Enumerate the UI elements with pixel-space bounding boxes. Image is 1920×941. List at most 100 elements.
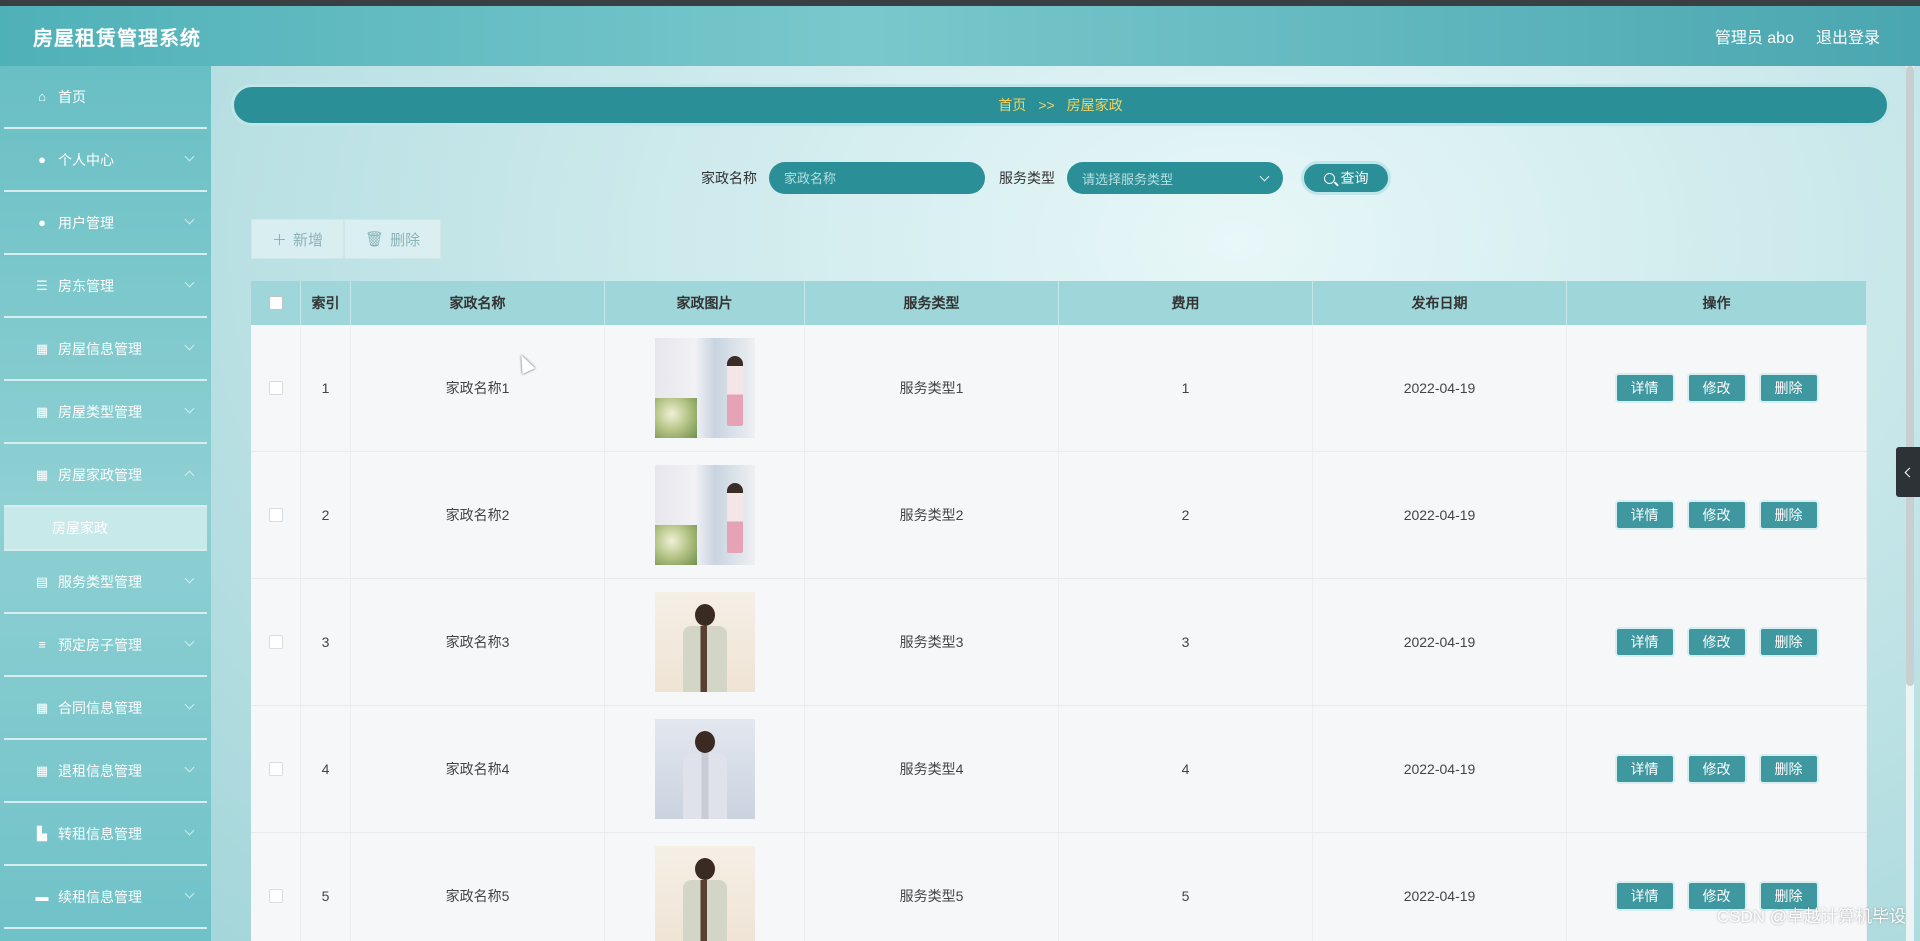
sidebar-item-checkout[interactable]: ▦ 退租信息管理 bbox=[4, 740, 207, 803]
row-select-cell bbox=[251, 579, 301, 705]
edit-button[interactable]: 修改 bbox=[1686, 627, 1747, 657]
table-row: 1 家政名称1 服务类型1 1 2022-04-19 详情 修改 删除 bbox=[251, 325, 1867, 452]
sidebar-item-booking[interactable]: ≡ 预定房子管理 bbox=[4, 614, 207, 677]
admin-label[interactable]: 管理员 abo bbox=[1715, 24, 1794, 48]
home-icon: ⌂ bbox=[38, 89, 46, 104]
row-checkbox[interactable] bbox=[268, 889, 283, 903]
select-all-checkbox[interactable] bbox=[268, 296, 283, 310]
fee-cell: 4 bbox=[1059, 706, 1313, 832]
table-row: 5 家政名称5 服务类型5 5 2022-04-19 详情 修改 删除 bbox=[251, 833, 1867, 941]
chevron-down-icon bbox=[184, 277, 195, 288]
detail-button[interactable]: 详情 bbox=[1614, 373, 1675, 403]
row-checkbox[interactable] bbox=[268, 508, 283, 522]
sidebar-item-label: 房屋类型管理 bbox=[58, 403, 142, 420]
delete-button[interactable]: 删除 bbox=[1758, 627, 1819, 657]
breadcrumb-home[interactable]: 首页 bbox=[998, 95, 1026, 115]
chevron-down-icon bbox=[184, 825, 195, 836]
name-search-input[interactable] bbox=[769, 162, 985, 194]
sidebar-item-label: 房东管理 bbox=[58, 277, 114, 294]
housekeeping-image[interactable] bbox=[654, 719, 755, 819]
breadcrumb-separator: >> bbox=[1038, 97, 1055, 113]
user-icon: ● bbox=[38, 152, 46, 167]
home-chart-icon: ▙ bbox=[37, 825, 47, 841]
service-type-select[interactable]: 请选择服务类型 bbox=[1067, 162, 1283, 194]
sidebar-item-renewal[interactable]: ▬ 续租信息管理 bbox=[4, 866, 207, 929]
fee-cell: 2 bbox=[1059, 452, 1313, 578]
add-button[interactable]: ＋ 新增 bbox=[251, 219, 345, 259]
image-cell bbox=[605, 325, 805, 451]
chevron-down-icon bbox=[184, 340, 195, 351]
sidebar-item-house-info[interactable]: ▦ 房屋信息管理 bbox=[4, 318, 207, 381]
plus-icon: ＋ bbox=[272, 231, 288, 249]
list-icon: ☰ bbox=[36, 277, 48, 293]
type-cell: 服务类型1 bbox=[805, 325, 1059, 451]
date-cell: 2022-04-19 bbox=[1313, 452, 1567, 578]
sidebar-item-label: 个人中心 bbox=[58, 151, 114, 168]
sidebar-item-service-type[interactable]: ▤ 服务类型管理 bbox=[4, 551, 207, 614]
housekeeping-image[interactable] bbox=[654, 846, 755, 941]
detail-button[interactable]: 详情 bbox=[1614, 500, 1675, 530]
sidebar-item-label: 转租信息管理 bbox=[58, 825, 142, 842]
name-cell: 家政名称4 bbox=[351, 706, 605, 832]
index-cell: 2 bbox=[301, 452, 351, 578]
printer-icon: ▤ bbox=[35, 573, 49, 589]
row-select-cell bbox=[251, 452, 301, 578]
edit-button[interactable]: 修改 bbox=[1686, 754, 1747, 784]
delete-button[interactable]: 删除 bbox=[1758, 373, 1819, 403]
comment-icon: ▬ bbox=[35, 889, 49, 904]
name-cell: 家政名称1 bbox=[351, 325, 605, 451]
chevron-down-icon bbox=[184, 214, 195, 225]
type-cell: 服务类型5 bbox=[805, 833, 1059, 941]
housekeeping-image[interactable] bbox=[654, 338, 755, 438]
housekeeping-image[interactable] bbox=[654, 465, 755, 565]
column-header: 家政名称 bbox=[351, 281, 605, 325]
sidebar-item-contract[interactable]: ▦ 合同信息管理 bbox=[4, 677, 207, 740]
collapse-panel-tab[interactable] bbox=[1896, 447, 1920, 497]
name-cell: 家政名称2 bbox=[351, 452, 605, 578]
chevron-down-icon bbox=[184, 888, 195, 899]
column-header: 费用 bbox=[1059, 281, 1313, 325]
logout-link[interactable]: 退出登录 bbox=[1816, 24, 1880, 48]
service-type-placeholder: 请选择服务类型 bbox=[1082, 171, 1174, 187]
select-all-cell bbox=[251, 281, 301, 325]
delete-button[interactable]: 删除 bbox=[1758, 500, 1819, 530]
fee-cell: 3 bbox=[1059, 579, 1313, 705]
sidebar-item-home[interactable]: ⌂ 首页 bbox=[4, 66, 207, 129]
batch-delete-button[interactable]: 🗑 删除 bbox=[344, 219, 442, 259]
chevron-down-icon bbox=[184, 151, 195, 162]
chevron-down-icon bbox=[184, 573, 195, 584]
column-header: 索引 bbox=[301, 281, 351, 325]
row-checkbox[interactable] bbox=[268, 635, 283, 649]
edit-button[interactable]: 修改 bbox=[1686, 373, 1747, 403]
page-scrollbar[interactable] bbox=[1906, 66, 1914, 941]
sidebar-item-house-type[interactable]: ▦ 房屋类型管理 bbox=[4, 381, 207, 444]
detail-button[interactable]: 详情 bbox=[1614, 754, 1675, 784]
delete-button[interactable]: 删除 bbox=[1758, 754, 1819, 784]
detail-button[interactable]: 详情 bbox=[1614, 627, 1675, 657]
batch-delete-label: 删除 bbox=[390, 231, 421, 249]
sidebar-item-housekeeping[interactable]: ▦ 房屋家政管理 bbox=[4, 444, 207, 507]
sidebar-item-personal-center[interactable]: ● 个人中心 bbox=[4, 129, 207, 192]
housekeeping-image[interactable] bbox=[654, 592, 755, 692]
app-header: 房屋租赁管理系统 管理员 abo 退出登录 bbox=[0, 6, 1920, 66]
index-cell: 4 bbox=[301, 706, 351, 832]
search-bar: 家政名称 服务类型 请选择服务类型 查询 bbox=[701, 161, 1391, 195]
row-checkbox[interactable] bbox=[268, 762, 283, 776]
sidebar-item-user-management[interactable]: ● 用户管理 bbox=[4, 192, 207, 255]
query-button[interactable]: 查询 bbox=[1301, 161, 1391, 195]
name-cell: 家政名称3 bbox=[351, 579, 605, 705]
sidebar-item-sublet[interactable]: ▙ 转租信息管理 bbox=[4, 803, 207, 866]
chevron-left-icon bbox=[1904, 467, 1915, 477]
detail-button[interactable]: 详情 bbox=[1614, 881, 1675, 911]
scrollbar-thumb[interactable] bbox=[1906, 66, 1914, 686]
type-cell: 服务类型2 bbox=[805, 452, 1059, 578]
sidebar-item-label: 合同信息管理 bbox=[58, 699, 142, 716]
edit-button[interactable]: 修改 bbox=[1686, 500, 1747, 530]
row-checkbox[interactable] bbox=[268, 381, 283, 395]
sidebar-item-label: 预定房子管理 bbox=[58, 636, 142, 653]
sliders-icon: ≡ bbox=[38, 637, 46, 652]
sidebar-item-label: 用户管理 bbox=[58, 214, 114, 231]
breadcrumb: 首页 >> 房屋家政 bbox=[231, 84, 1890, 126]
sidebar-item-landlord-management[interactable]: ☰ 房东管理 bbox=[4, 255, 207, 318]
sidebar-subitem-housekeeping[interactable]: 房屋家政 bbox=[4, 507, 207, 551]
